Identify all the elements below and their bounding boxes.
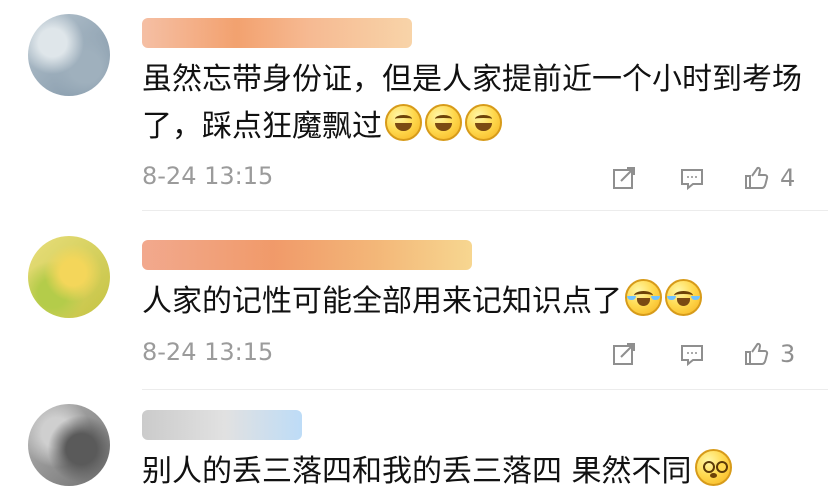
- staring-emoji-icon: [694, 449, 732, 486]
- share-button[interactable]: [610, 338, 638, 370]
- username-redacted[interactable]: [142, 240, 472, 270]
- crying-laughing-emoji-icon: [665, 279, 702, 316]
- comment-button[interactable]: [678, 338, 706, 370]
- share-icon: [610, 340, 638, 368]
- like-button[interactable]: 3: [742, 338, 795, 370]
- comment-list: { "comments": [ { "text": "虽然忘带身份证，但是人家提…: [0, 0, 828, 503]
- crying-laughing-emoji-icon: [625, 279, 662, 316]
- share-button[interactable]: [610, 162, 638, 194]
- like-count: 3: [780, 340, 796, 368]
- comment-text-content: 别人的丢三落四和我的丢三落四 果然不同: [142, 454, 692, 489]
- username-redacted[interactable]: [142, 410, 302, 440]
- comment-icon: [678, 340, 706, 368]
- divider: [142, 389, 828, 390]
- laughing-emoji-icon: [425, 104, 462, 141]
- avatar[interactable]: [28, 236, 110, 318]
- comment-text: 别人的丢三落四和我的丢三落四 果然不同: [142, 448, 806, 495]
- comment-text: 人家的记性可能全部用来记知识点了: [142, 278, 806, 325]
- like-button[interactable]: 4: [742, 162, 795, 194]
- thumb-up-icon: [742, 164, 770, 192]
- username-redacted[interactable]: [142, 18, 412, 48]
- thumb-up-icon: [742, 340, 770, 368]
- timestamp: 8-24 13:15: [142, 162, 274, 190]
- share-icon: [610, 164, 638, 192]
- comment-text: 虽然忘带身份证，但是人家提前近一个小时到考场了，踩点狂魔飘过: [142, 56, 806, 150]
- comment-icon: [678, 164, 706, 192]
- divider: [142, 210, 828, 211]
- comment-text-content: 人家的记性可能全部用来记知识点了: [142, 284, 622, 319]
- comment-button[interactable]: [678, 162, 706, 194]
- comment-meta: 8-24 13:15: [142, 162, 800, 194]
- timestamp: 8-24 13:15: [142, 338, 274, 366]
- like-count: 4: [780, 164, 796, 192]
- comment-meta: 8-24 13:15: [142, 338, 800, 370]
- laughing-emoji-icon: [385, 104, 422, 141]
- laughing-emoji-icon: [465, 104, 502, 141]
- avatar[interactable]: [28, 404, 110, 486]
- avatar[interactable]: [28, 14, 110, 96]
